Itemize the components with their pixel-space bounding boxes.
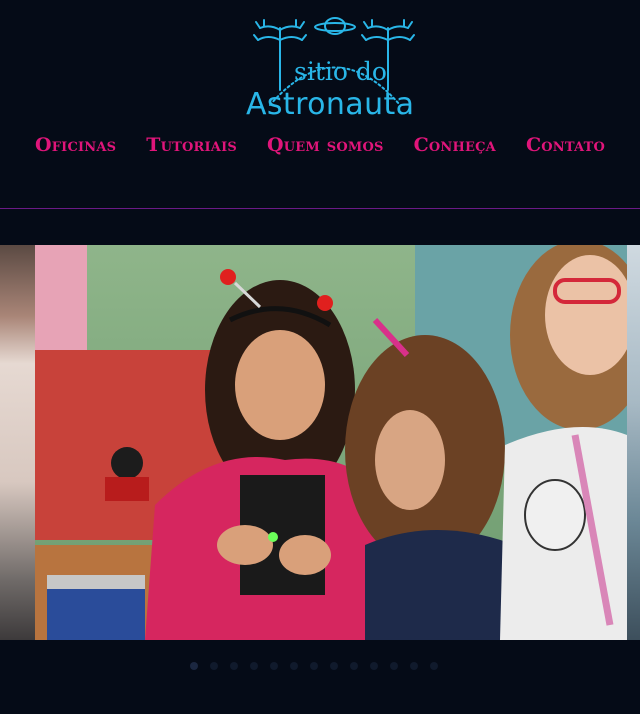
slider-dot[interactable]	[270, 662, 278, 670]
slider-dot[interactable]	[430, 662, 438, 670]
nav-item-tutoriais[interactable]: Tutoriais	[146, 134, 237, 156]
site-logo[interactable]: sitio do Astronauta	[240, 10, 420, 122]
astronaut-logo-icon: sitio do Astronauta	[246, 17, 415, 122]
main-nav: Oficinas Tutoriais Quem somos Conheça Co…	[0, 134, 640, 156]
slider-dot[interactable]	[390, 662, 398, 670]
slider-dot[interactable]	[250, 662, 258, 670]
site-header: sitio do Astronauta Oficinas Tutoriais Q…	[0, 0, 640, 210]
nav-item-quem-somos[interactable]: Quem somos	[267, 134, 384, 156]
next-slide-peek[interactable]	[627, 245, 640, 640]
slider-dot[interactable]	[310, 662, 318, 670]
children-workshop-photo	[35, 245, 627, 640]
slider-dot[interactable]	[210, 662, 218, 670]
nav-item-contato[interactable]: Contato	[526, 134, 605, 156]
logo-line1: sitio do	[294, 57, 387, 86]
prev-slide-peek[interactable]	[0, 245, 35, 640]
slider-dot[interactable]	[410, 662, 418, 670]
slider-pagination	[190, 662, 438, 670]
header-divider	[0, 208, 640, 209]
logo-line2: Astronauta	[246, 87, 414, 122]
slider-dot[interactable]	[190, 662, 198, 670]
nav-item-oficinas[interactable]: Oficinas	[35, 134, 116, 156]
slider-dot[interactable]	[330, 662, 338, 670]
slide-image[interactable]	[35, 245, 627, 640]
image-slider[interactable]	[0, 245, 640, 640]
slider-dot[interactable]	[290, 662, 298, 670]
slider-dot[interactable]	[230, 662, 238, 670]
nav-item-conheca[interactable]: Conheça	[414, 134, 496, 156]
slider-dot[interactable]	[370, 662, 378, 670]
slider-dot[interactable]	[350, 662, 358, 670]
